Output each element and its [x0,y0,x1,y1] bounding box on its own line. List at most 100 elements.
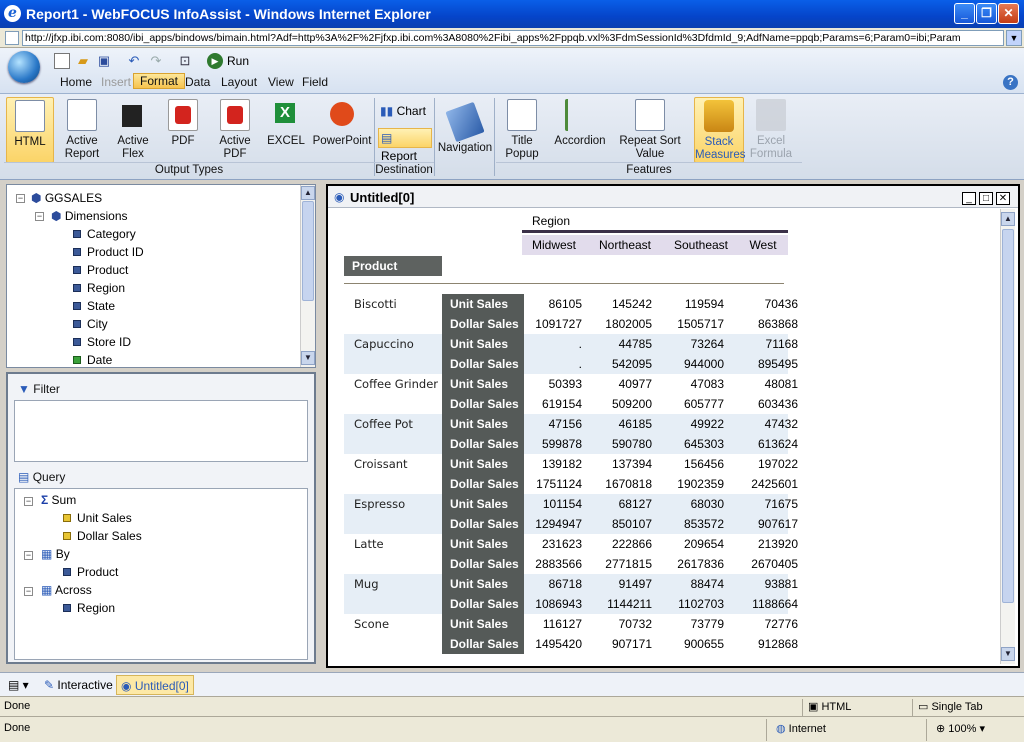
value-cell: 71675 [764,497,798,511]
tree-item-date[interactable]: Date [73,353,112,367]
restore-button[interactable]: ❐ [976,3,997,24]
output-active-pdf-button[interactable]: Active PDF [210,97,260,163]
grid-icon: ▦ [41,547,53,561]
report-maximize-button[interactable]: □ [979,192,993,205]
sigma-icon: Σ [41,493,49,507]
query-across-label: Across [55,583,92,597]
tree-item-product-id[interactable]: Product ID [73,245,144,259]
value-cell: 1670818 [605,477,652,491]
feature-stack-measures-button[interactable]: Stack Measures [694,97,746,163]
redo-icon[interactable]: ↷ [148,53,164,69]
by-collapse-icon[interactable]: − [24,551,33,560]
bottom-tab-bar: ▤ ▾ ✎ Interactive ◉ Untitled[0] [0,672,1024,696]
sum-collapse-icon[interactable]: − [24,497,33,506]
tree-item-store-id[interactable]: Store ID [73,335,131,349]
menu-home[interactable]: Home [60,75,92,89]
scroll-down-icon[interactable]: ▼ [301,351,315,365]
zoom-control[interactable]: ⊕ 100% ▾ [936,722,985,735]
navigation-button[interactable]: Navigation [437,101,493,170]
report-minimize-button[interactable]: _ [962,192,976,205]
output-excel-button[interactable]: EXCEL [264,97,308,163]
field-icon [73,338,81,346]
tree-dimensions[interactable]: ⬢ Dimensions [51,209,128,223]
new-icon[interactable] [54,53,70,69]
feature-repeat-sort-button[interactable]: Repeat Sort Value [614,97,686,163]
scroll-up-icon[interactable]: ▲ [1001,212,1015,226]
tree-root[interactable]: ⬢ GGSALES [31,191,102,205]
report-window-title: Untitled[0] [350,190,415,205]
menu-insert[interactable]: Insert [101,75,131,89]
ie-status-text: Done [4,722,31,734]
tree-item-region[interactable]: Region [73,281,125,295]
filter-box[interactable] [14,400,308,462]
value-cell: 542095 [611,357,652,371]
feature-excel-formula-button[interactable]: Excel Formula [748,97,794,163]
menu-view[interactable]: View [268,75,294,89]
destination-report-button[interactable]: ▤ Report [378,128,432,163]
open-icon[interactable]: ▰ [75,53,91,69]
output-active-flex-button[interactable]: Active Flex [110,97,156,163]
query-by-item-label: Product [77,565,119,579]
value-cell: 912868 [757,637,798,651]
product-label: Mug [354,577,379,591]
region-header: Northeast [586,235,664,255]
feature-accordion-button[interactable]: Accordion [552,97,608,163]
run-label[interactable]: Run [227,54,249,68]
ribbon-separator [494,98,495,176]
query-across-item[interactable]: Region [63,601,115,615]
tree-item-category[interactable]: Category [73,227,136,241]
tab-interactive[interactable]: ✎ Interactive [40,675,117,695]
tree-collapse-icon[interactable]: − [16,194,25,203]
across-collapse-icon[interactable]: − [24,587,33,596]
scroll-up-icon[interactable]: ▲ [301,186,315,200]
menu-data[interactable]: Data [185,75,210,89]
value-cell: 853572 [683,517,724,531]
measure-label: Dollar Sales [442,314,524,334]
save-icon[interactable]: ▣ [96,53,112,69]
query-by-item[interactable]: Product [63,565,118,579]
application-globe-icon[interactable] [8,51,40,83]
menu-layout[interactable]: Layout [221,75,257,89]
minimize-button[interactable]: _ [954,3,975,24]
report-close-button[interactable]: ✕ [996,192,1010,205]
close-button[interactable]: ✕ [998,3,1019,24]
value-cell: 645303 [683,437,724,451]
query-across[interactable]: ▦ Across [41,583,92,597]
menu-field[interactable]: Field [302,75,328,89]
tree-item-product[interactable]: Product [73,263,128,277]
feature-title-popup-button[interactable]: Title Popup [500,97,544,163]
layout-icon: ▤ [8,678,20,692]
query-sum-item[interactable]: Unit Sales [63,511,132,525]
tree-scrollbar[interactable]: ▲ ▼ [300,185,315,367]
scroll-thumb[interactable] [302,201,314,301]
output-pdf-button[interactable]: PDF [160,97,206,163]
run-icon[interactable]: ▶ [207,53,223,69]
destination-chart-button[interactable]: ▮▮ Chart [380,104,426,118]
field-icon [73,320,81,328]
tab-untitled[interactable]: ◉ Untitled[0] [116,675,194,695]
undo-icon[interactable]: ↶ [126,53,142,69]
query-sum-item[interactable]: Dollar Sales [63,529,142,543]
output-active-report-button[interactable]: Active Report [58,97,106,163]
scroll-thumb[interactable] [1002,229,1014,603]
tree-item-state[interactable]: State [73,299,115,313]
output-html-button[interactable]: HTML [6,97,54,163]
ie-status-bar: Done ◍ Internet ⊕ 100% ▾ [0,716,1024,742]
scroll-down-icon[interactable]: ▼ [1001,647,1015,661]
tree-item-city[interactable]: City [73,317,108,331]
preview-icon[interactable]: ⊡ [177,53,193,69]
menu-format[interactable]: Format [133,73,186,89]
query-by[interactable]: ▦ By [41,547,70,561]
help-icon[interactable]: ? [1003,75,1018,90]
dimensions-collapse-icon[interactable]: − [35,212,44,221]
status-single-tab[interactable]: ▭ Single Tab [918,700,983,713]
query-sum[interactable]: Σ Sum [41,493,76,507]
output-powerpoint-button[interactable]: PowerPoint [312,97,372,163]
by-header: Product [344,256,442,276]
url-field[interactable]: http://jfxp.ibi.com:8080/ibi_apps/bindow… [22,30,1004,46]
report-scrollbar[interactable]: ▲ ▼ [1000,209,1015,664]
layout-menu-button[interactable]: ▤ ▾ [4,675,38,695]
url-dropdown-icon[interactable]: ▼ [1006,30,1022,46]
measure-label: Dollar Sales [442,434,524,454]
status-html[interactable]: ▣ HTML [808,700,851,713]
